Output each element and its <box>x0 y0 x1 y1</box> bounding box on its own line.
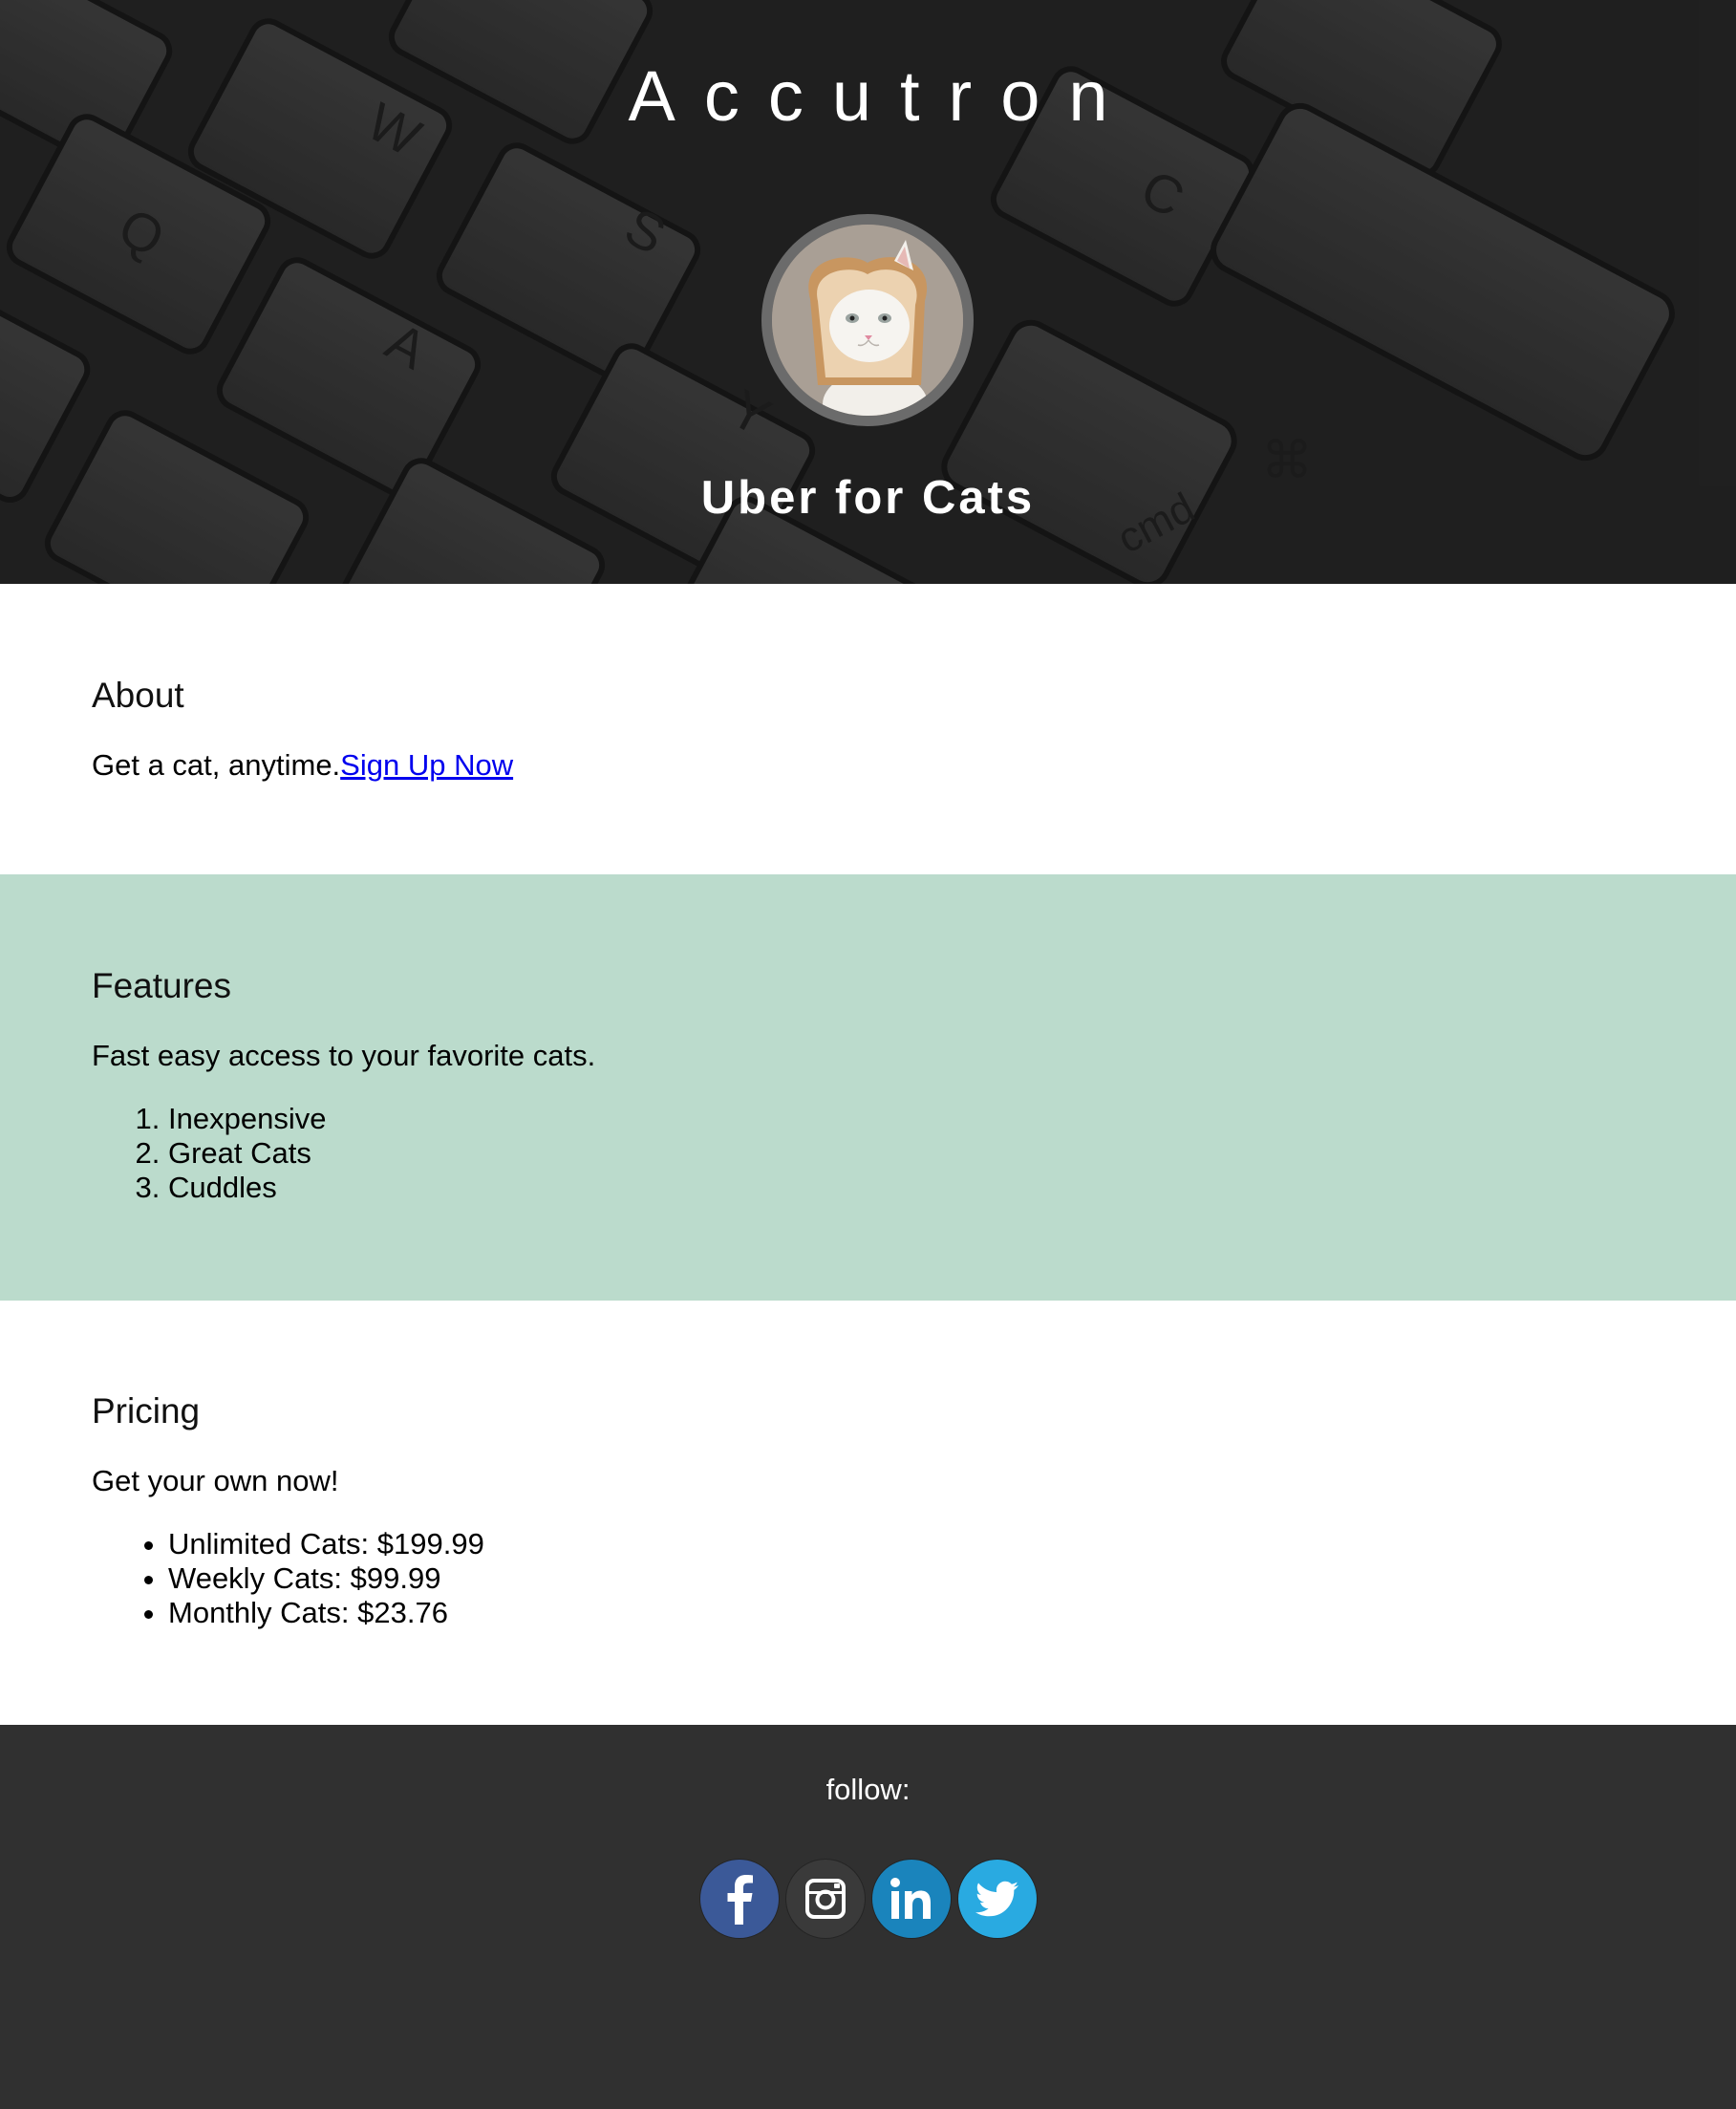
linkedin-icon[interactable] <box>872 1860 951 1938</box>
cat-avatar <box>761 213 975 427</box>
about-text-line: Get a cat, anytime.Sign Up Now <box>92 748 513 783</box>
pricing-text: Get your own now! <box>92 1464 339 1497</box>
twitter-icon[interactable] <box>958 1860 1037 1938</box>
about-section: About Get a cat, anytime.Sign Up Now <box>0 584 1736 874</box>
list-item: Cuddles <box>168 1171 326 1205</box>
list-item: Great Cats <box>168 1136 326 1171</box>
cat-in-bread-avatar-icon <box>761 214 974 426</box>
social-links <box>700 1860 1037 1938</box>
sign-up-link[interactable]: Sign Up Now <box>340 748 513 782</box>
site-tagline: Uber for Cats <box>700 472 1036 524</box>
pricing-list: Unlimited Cats: $199.99 Weekly Cats: $99… <box>168 1527 484 1630</box>
about-text: Get a cat, anytime. <box>92 748 341 782</box>
follow-label: follow: <box>825 1773 911 1806</box>
features-heading: Features <box>92 966 232 1005</box>
features-list: Inexpensive Great Cats Cuddles <box>168 1102 326 1205</box>
features-section: Features Fast easy access to your favori… <box>0 874 1736 1301</box>
footer: follow: <box>0 1725 1736 2109</box>
pricing-heading: Pricing <box>92 1391 201 1431</box>
list-item: Inexpensive <box>168 1102 326 1136</box>
site-title: Accutron <box>628 56 1137 136</box>
facebook-icon[interactable] <box>700 1860 779 1938</box>
about-heading: About <box>92 676 184 715</box>
list-item: Monthly Cats: $23.76 <box>168 1596 484 1630</box>
list-item: Weekly Cats: $99.99 <box>168 1561 484 1596</box>
features-text: Fast easy access to your favorite cats. <box>92 1039 596 1072</box>
list-item: Unlimited Cats: $199.99 <box>168 1527 484 1561</box>
pricing-section: Pricing Get your own now! Unlimited Cats… <box>0 1301 1736 1725</box>
instagram-icon[interactable] <box>786 1860 865 1938</box>
hero-banner: Q W A S Y C cmd ⌘ Accutron Uber for Cats <box>0 0 1736 584</box>
